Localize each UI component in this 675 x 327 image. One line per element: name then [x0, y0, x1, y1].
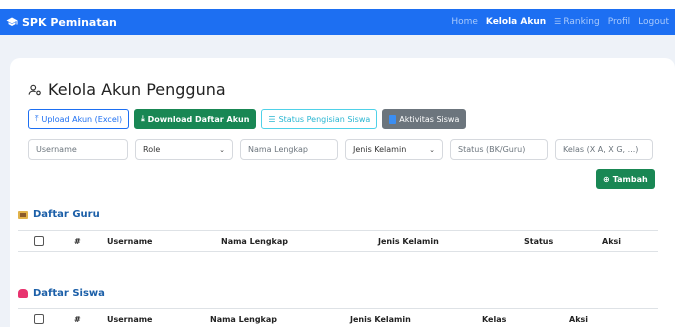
col-number: # — [74, 237, 81, 246]
brand-label: SPK Peminatan — [22, 15, 117, 29]
tambah-button[interactable]: ⊕ Tambah — [596, 169, 655, 189]
teacher-icon — [18, 210, 28, 219]
upload-icon: ⤒ — [35, 114, 39, 123]
student-icon — [18, 289, 28, 298]
nav-logout[interactable]: Logout — [638, 17, 669, 27]
tambah-label: Tambah — [612, 174, 648, 184]
col-number: # — [74, 315, 81, 324]
role-select[interactable]: Role ⌄ — [135, 139, 233, 160]
download-label: Download Daftar Akun — [147, 114, 250, 124]
col-nama-lengkap: Nama Lengkap — [221, 237, 289, 246]
nav-ranking[interactable]: ☰ Ranking — [554, 17, 600, 27]
daftar-siswa-title: Daftar Siswa — [18, 288, 105, 299]
col-nama-lengkap: Nama Lengkap — [210, 315, 278, 324]
upload-button[interactable]: ⤒ Upload Akun (Excel) — [28, 109, 130, 129]
siswa-table-header: # Username Nama Lengkap Jenis Kelamin Ke… — [18, 308, 658, 327]
daftar-guru-label: Daftar Guru — [33, 209, 100, 220]
col-aksi: Aksi — [569, 315, 589, 324]
filter-row: Username Role ⌄ Nama Lengkap Jenis Kelami… — [28, 139, 653, 160]
col-jenis-kelamin: Jenis Kelamin — [350, 315, 411, 324]
download-button[interactable]: ⤓ Download Daftar Akun — [134, 109, 257, 129]
chevron-down-icon: ⌄ — [429, 145, 435, 154]
page-title: Kelola Akun Pengguna — [28, 80, 226, 99]
status-pengisian-button[interactable]: ☰ Status Pengisian Siswa — [261, 109, 378, 129]
col-aksi: Aksi — [602, 237, 622, 246]
col-kelas: Kelas — [482, 315, 507, 324]
users-cog-icon — [28, 84, 41, 95]
page-title-text: Kelola Akun Pengguna — [48, 80, 226, 99]
guru-table-header: # Username Nama Lengkap Jenis Kelamin St… — [18, 230, 658, 252]
select-all-checkbox[interactable] — [34, 236, 44, 246]
phone-icon — [389, 114, 397, 124]
jenis-kelamin-select[interactable]: Jenis Kelamin ⌄ — [345, 139, 443, 160]
col-username: Username — [107, 315, 153, 324]
navbar: SPK Peminatan Home Kelola Akun ☰ Ranking … — [0, 9, 675, 35]
col-status: Status — [524, 237, 554, 246]
aktivitas-siswa-button[interactable]: Aktivitas Siswa — [382, 109, 467, 129]
graduation-cap-icon — [6, 17, 18, 26]
username-filter[interactable]: Username — [28, 139, 128, 160]
select-all-checkbox[interactable] — [34, 314, 44, 324]
nama-filter[interactable]: Nama Lengkap — [240, 139, 338, 160]
download-icon: ⤓ — [141, 114, 145, 123]
col-jenis-kelamin: Jenis Kelamin — [378, 237, 439, 246]
status-filter[interactable]: Status (BK/Guru) — [450, 139, 548, 160]
aktivitas-label: Aktivitas Siswa — [399, 114, 460, 124]
nav-kelola-akun[interactable]: Kelola Akun — [486, 17, 546, 27]
nav-profil[interactable]: Profil — [608, 17, 630, 27]
list-icon: ☰ — [268, 114, 276, 124]
upload-label: Upload Akun (Excel) — [41, 114, 123, 124]
plus-circle-icon: ⊕ — [603, 174, 610, 184]
col-username: Username — [107, 237, 153, 246]
nav-ranking-label: Ranking — [563, 17, 600, 27]
main-card: Kelola Akun Pengguna ⤒ Upload Akun (Excel… — [10, 58, 675, 327]
kelas-filter[interactable]: Kelas (X A, X G, ...) — [555, 139, 653, 160]
jenis-kelamin-value: Jenis Kelamin — [353, 145, 407, 154]
chevron-down-icon: ⌄ — [219, 145, 225, 154]
daftar-guru-title: Daftar Guru — [18, 209, 100, 220]
status-label: Status Pengisian Siswa — [278, 114, 371, 124]
nav-home[interactable]: Home — [451, 17, 478, 27]
brand[interactable]: SPK Peminatan — [6, 16, 117, 29]
action-buttons: ⤒ Upload Akun (Excel) ⤓ Download Daftar Ak… — [28, 109, 467, 129]
role-select-value: Role — [143, 145, 161, 154]
list-icon: ☰ — [554, 17, 562, 26]
daftar-siswa-label: Daftar Siswa — [33, 288, 105, 299]
nav-links: Home Kelola Akun ☰ Ranking Profil Logout — [451, 17, 669, 27]
